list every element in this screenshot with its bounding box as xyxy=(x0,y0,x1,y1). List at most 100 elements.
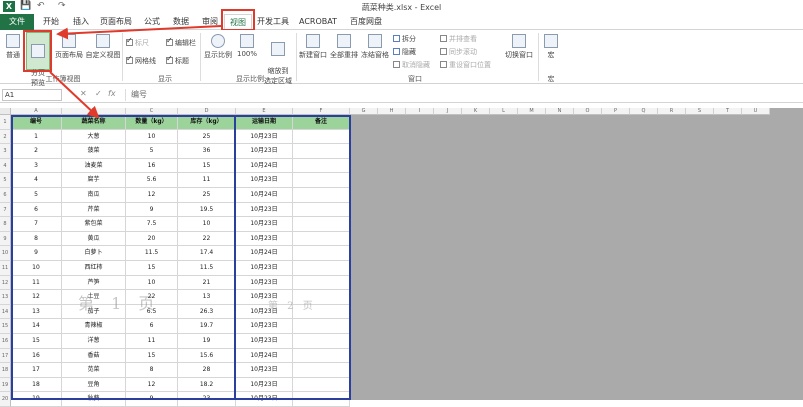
table-cell[interactable] xyxy=(293,334,350,349)
table-cell[interactable]: 10 xyxy=(126,275,178,291)
table-cell[interactable] xyxy=(293,158,350,174)
row-header-4[interactable]: 4 xyxy=(0,158,11,174)
column-header-K[interactable]: K xyxy=(462,108,490,115)
table-cell[interactable]: 10月23日 xyxy=(236,144,293,159)
unhide-button[interactable]: 取消隐藏 xyxy=(393,60,430,70)
table-cell[interactable]: 19.5 xyxy=(178,202,236,218)
page-layout-view-button[interactable]: 页面布局 xyxy=(53,34,85,60)
normal-view-button[interactable]: 普通 xyxy=(2,34,24,60)
table-cell[interactable]: 12 xyxy=(11,290,62,305)
table-cell[interactable]: 10 xyxy=(178,217,236,232)
table-cell[interactable]: 36 xyxy=(178,144,236,159)
table-cell[interactable]: 菠菜 xyxy=(62,144,126,159)
table-cell[interactable]: 南瓜 xyxy=(62,188,126,203)
arrange-all-button[interactable]: 全部重排 xyxy=(329,34,359,60)
table-cell[interactable]: 7 xyxy=(11,217,62,232)
table-cell[interactable]: 28 xyxy=(178,363,236,378)
row-header-14[interactable]: 14 xyxy=(0,304,11,320)
column-header-B[interactable]: B xyxy=(62,108,126,115)
column-header-S[interactable]: S xyxy=(686,108,714,115)
table-cell[interactable]: 17 xyxy=(11,363,62,378)
table-cell[interactable]: 芹菜 xyxy=(62,202,126,218)
table-cell[interactable]: 11.5 xyxy=(178,261,236,276)
table-cell[interactable]: 15 xyxy=(11,334,62,349)
table-cell[interactable]: 25 xyxy=(178,188,236,203)
table-cell[interactable]: 10月23日 xyxy=(236,202,293,218)
column-header-C[interactable]: C xyxy=(126,108,178,115)
table-cell[interactable]: 苋菜 xyxy=(62,363,126,378)
table-cell[interactable]: 黄瓜 xyxy=(62,231,126,247)
table-cell[interactable]: 腐芋 xyxy=(62,173,126,188)
table-cell[interactable]: 芦笋 xyxy=(62,275,126,291)
confirm-icon[interactable]: ✓ xyxy=(95,89,102,98)
header-cell[interactable]: 蔬菜名称 xyxy=(62,115,126,130)
custom-views-button[interactable]: 自定义视图 xyxy=(85,34,121,60)
table-cell[interactable]: 19.7 xyxy=(178,319,236,334)
row-header-9[interactable]: 9 xyxy=(0,231,11,247)
table-cell[interactable] xyxy=(293,202,350,218)
table-cell[interactable]: 12 xyxy=(126,377,178,393)
table-cell[interactable]: 14 xyxy=(11,319,62,334)
row-header-11[interactable]: 11 xyxy=(0,261,11,276)
table-cell[interactable]: 2 xyxy=(11,144,62,159)
table-cell[interactable]: 西红柿 xyxy=(62,261,126,276)
table-cell[interactable] xyxy=(293,275,350,291)
table-cell[interactable]: 5 xyxy=(11,188,62,203)
reset-position-button[interactable]: 重设窗口位置 xyxy=(440,60,491,70)
table-cell[interactable]: 18.2 xyxy=(178,377,236,393)
row-header-18[interactable]: 18 xyxy=(0,363,11,378)
column-header-U[interactable]: U xyxy=(742,108,770,115)
table-cell[interactable]: 11 xyxy=(126,334,178,349)
table-cell[interactable]: 10月23日 xyxy=(236,377,293,393)
table-cell[interactable]: 10月23日 xyxy=(236,129,293,145)
table-cell[interactable]: 1 xyxy=(11,129,62,145)
header-cell[interactable]: 运输日期 xyxy=(236,115,293,130)
table-cell[interactable]: 10月24日 xyxy=(236,158,293,174)
table-cell[interactable]: 19 xyxy=(178,334,236,349)
column-header-P[interactable]: P xyxy=(602,108,630,115)
select-all-corner[interactable] xyxy=(0,108,11,115)
formula-bar-checkbox[interactable]: 编辑栏 xyxy=(166,36,196,48)
table-cell[interactable]: 10月24日 xyxy=(236,246,293,261)
row-header-6[interactable]: 6 xyxy=(0,188,11,203)
header-cell[interactable]: 备注 xyxy=(293,115,350,130)
row-header-12[interactable]: 12 xyxy=(0,275,11,291)
table-cell[interactable] xyxy=(293,246,350,261)
table-cell[interactable]: 20 xyxy=(126,231,178,247)
column-header-G[interactable]: G xyxy=(350,108,378,115)
tab-data[interactable]: 数据 xyxy=(166,14,196,30)
row-header-7[interactable]: 7 xyxy=(0,202,11,218)
table-cell[interactable]: 6 xyxy=(126,319,178,334)
zoom-100-button[interactable]: 100% xyxy=(235,34,259,58)
table-cell[interactable]: 10月23日 xyxy=(236,334,293,349)
table-cell[interactable]: 10月23日 xyxy=(236,363,293,378)
table-cell[interactable]: 10月24日 xyxy=(236,348,293,364)
zoom-button[interactable]: 显示比例 xyxy=(203,34,233,60)
sync-scroll-button[interactable]: 同步滚动 xyxy=(440,47,477,57)
row-header-5[interactable]: 5 xyxy=(0,173,11,188)
tab-acrobat[interactable]: ACROBAT xyxy=(296,14,340,30)
headings-checkbox[interactable]: 标题 xyxy=(166,54,189,66)
split-button[interactable]: 拆分 xyxy=(393,34,416,44)
table-cell[interactable]: 8 xyxy=(11,231,62,247)
row-header-19[interactable]: 19 xyxy=(0,377,11,393)
table-cell[interactable]: 白萝卜 xyxy=(62,246,126,261)
table-cell[interactable] xyxy=(293,261,350,276)
table-cell[interactable]: 豆角 xyxy=(62,377,126,393)
table-cell[interactable] xyxy=(293,348,350,364)
table-cell[interactable]: 青辣椒 xyxy=(62,319,126,334)
table-cell[interactable]: 13 xyxy=(178,290,236,305)
table-cell[interactable]: 4 xyxy=(11,173,62,188)
table-cell[interactable]: 紫包菜 xyxy=(62,217,126,232)
table-cell[interactable]: 洋葱 xyxy=(62,334,126,349)
column-header-L[interactable]: L xyxy=(490,108,518,115)
formula-input[interactable]: 编号 xyxy=(125,89,801,101)
table-cell[interactable] xyxy=(293,363,350,378)
tab-review[interactable]: 审阅 xyxy=(196,14,224,30)
gridlines-checkbox[interactable]: 网格线 xyxy=(126,54,156,66)
table-cell[interactable]: 15 xyxy=(178,158,236,174)
table-cell[interactable]: 10月24日 xyxy=(236,188,293,203)
header-cell[interactable]: 编号 xyxy=(11,115,62,130)
ruler-checkbox[interactable]: 标尺 xyxy=(126,36,149,48)
tab-insert[interactable]: 插入 xyxy=(66,14,96,30)
